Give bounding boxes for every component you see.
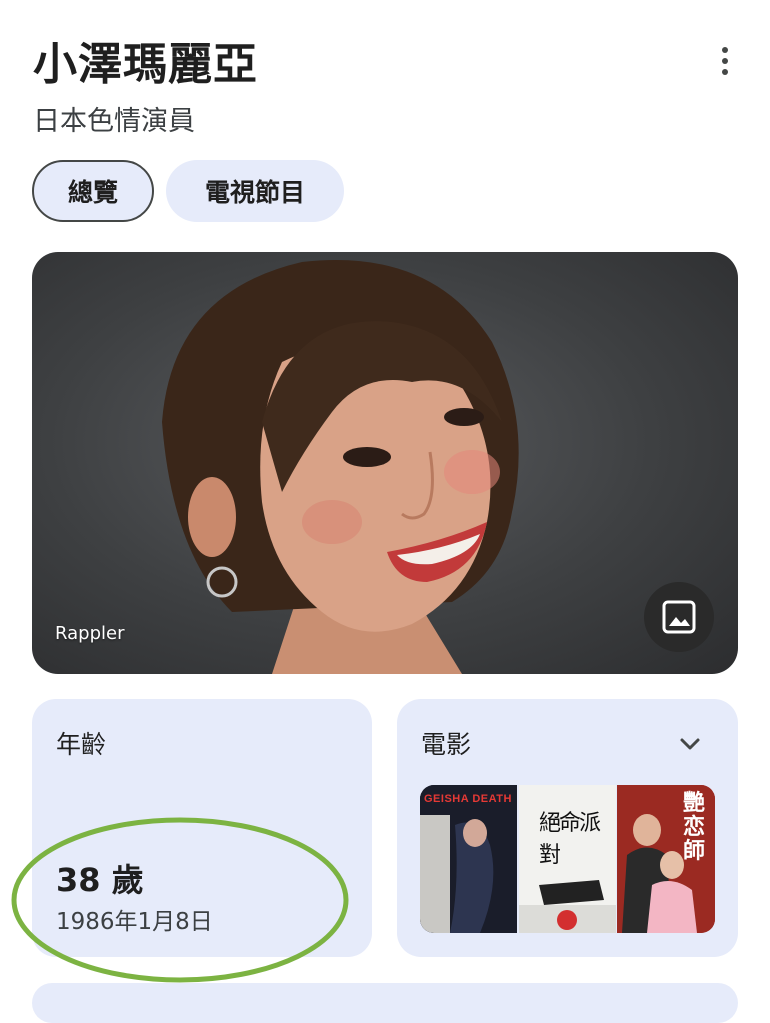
- chevron-down-icon[interactable]: [675, 729, 705, 759]
- movies-label: 電影: [421, 730, 472, 759]
- profile-photo[interactable]: Rappler: [32, 252, 738, 674]
- photo-credit: Rappler: [55, 623, 125, 644]
- more-vert-icon-dot: [722, 69, 728, 75]
- page-title: 小澤瑪麗亞: [33, 39, 258, 90]
- next-card[interactable]: [32, 983, 738, 1023]
- movie-poster[interactable]: GEISHA DEATH: [420, 785, 517, 933]
- more-options-button[interactable]: [706, 42, 744, 80]
- view-images-button[interactable]: [644, 582, 714, 652]
- poster-text: GEISHA DEATH: [424, 793, 512, 805]
- movies-card[interactable]: 電影 GEISHA DEATH 絕命派對 艷恋師: [397, 699, 738, 957]
- birth-date: 1986年1月8日: [56, 909, 213, 935]
- tab-overview[interactable]: 總覽: [32, 160, 154, 222]
- page-subtitle: 日本色情演員: [33, 106, 195, 137]
- poster-art: [420, 785, 517, 933]
- movie-poster[interactable]: 艷恋師: [617, 785, 715, 933]
- age-value: 38 歲: [56, 861, 144, 899]
- portrait-image: [162, 259, 519, 674]
- movie-poster[interactable]: 絕命派對: [519, 785, 616, 933]
- more-vert-icon-dot: [722, 58, 728, 64]
- poster-text: 艷恋師: [683, 790, 706, 864]
- poster-text: 絕命派對: [539, 811, 601, 868]
- age-card[interactable]: 年齡 38 歲 1986年1月8日: [32, 699, 372, 957]
- image-icon: [662, 600, 696, 634]
- more-vert-icon: [722, 47, 728, 53]
- tab-tv-shows[interactable]: 電視節目: [166, 160, 344, 222]
- age-label: 年齡: [56, 730, 107, 759]
